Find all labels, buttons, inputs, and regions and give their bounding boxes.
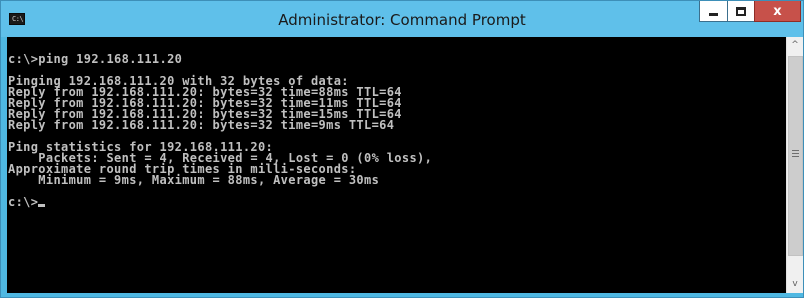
console-line: Minimum = 9ms, Maximum = 88ms, Average =… <box>8 173 380 187</box>
command-prompt-window: C:\ Administrator: Command Prompt x c:\>… <box>0 0 804 298</box>
terminal-output: c:\>ping 192.168.111.20 Pinging 192.168.1… <box>7 37 786 208</box>
maximize-icon <box>736 6 746 16</box>
scroll-down-icon[interactable]: v <box>787 276 803 293</box>
scroll-up-icon[interactable]: ^ <box>787 37 803 54</box>
console-line: Reply from 192.168.111.20: bytes=32 time… <box>8 118 395 132</box>
vertical-scrollbar[interactable]: ^ v <box>786 37 803 293</box>
scrollbar-thumb[interactable] <box>788 56 803 256</box>
minimize-button[interactable] <box>699 1 727 22</box>
close-button[interactable]: x <box>754 1 801 22</box>
text-cursor <box>38 204 46 207</box>
maximize-button[interactable] <box>727 1 754 22</box>
console-area[interactable]: c:\>ping 192.168.111.20 Pinging 192.168.1… <box>7 37 786 293</box>
console-line: c:\>ping 192.168.111.20 <box>8 52 183 66</box>
close-icon: x <box>773 3 782 19</box>
minimize-icon <box>709 12 718 16</box>
console-line: c:\> <box>8 196 786 208</box>
window-title: Administrator: Command Prompt <box>278 11 526 29</box>
window-controls: x <box>699 1 801 23</box>
grip-icon <box>792 150 799 157</box>
title-bar[interactable]: C:\ Administrator: Command Prompt x <box>1 1 803 37</box>
